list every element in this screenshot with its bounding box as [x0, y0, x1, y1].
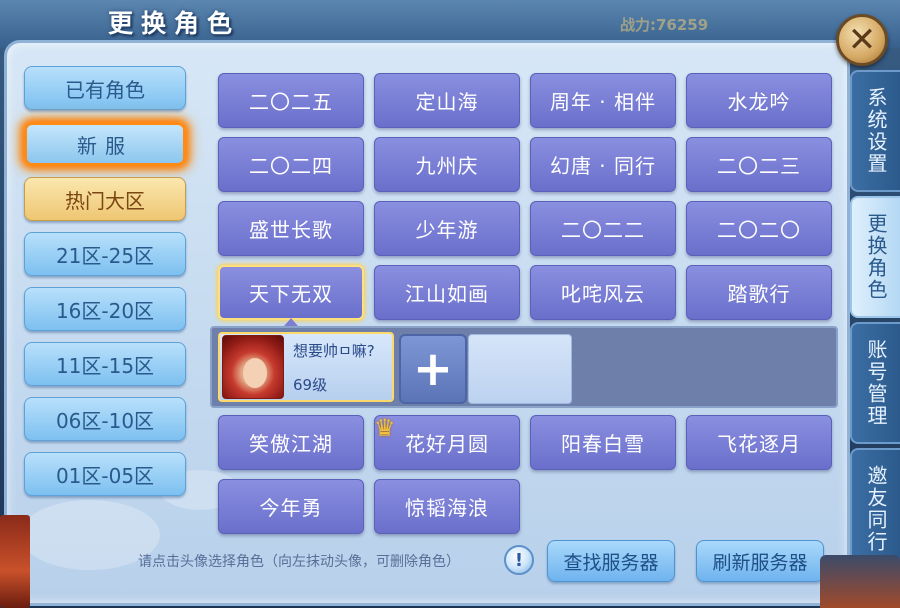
server-button[interactable]: 今年勇 — [218, 479, 364, 534]
server-button[interactable]: 幻唐 · 同行 — [530, 137, 676, 192]
server-button[interactable]: 盛世长歌 — [218, 201, 364, 256]
server-button[interactable]: 二〇二三 — [686, 137, 832, 192]
role-name: 想要帅ㅁ嘛? — [293, 342, 375, 360]
server-button-selected[interactable]: 天下无双 — [218, 265, 364, 320]
menu-region-16-20[interactable]: 16区-20区 — [24, 287, 186, 331]
server-button[interactable]: 定山海 — [374, 73, 520, 128]
refresh-server-button[interactable]: 刷新服务器 — [696, 540, 824, 582]
tab-invite-friends[interactable]: 邀友同行 — [850, 448, 900, 570]
server-button[interactable]: 九州庆 — [374, 137, 520, 192]
close-button[interactable]: ✕ — [836, 14, 888, 66]
server-button[interactable]: 二〇二五 — [218, 73, 364, 128]
menu-region-21-25[interactable]: 21区-25区 — [24, 232, 186, 276]
panel-title: 更换角色 — [108, 9, 241, 38]
server-button[interactable]: 周年 · 相伴 — [530, 73, 676, 128]
background-power-stat: 战力:76259 — [620, 16, 709, 34]
tab-system-settings[interactable]: 系统设置 — [850, 70, 900, 192]
server-button[interactable]: 笑傲江湖 — [218, 415, 364, 470]
info-icon[interactable]: ! — [504, 545, 534, 575]
hint-text: 请点击头像选择角色（向左抹动头像，可删除角色） — [138, 554, 460, 570]
crown-icon: ♛ — [374, 414, 396, 442]
server-button[interactable]: 水龙吟 — [686, 73, 832, 128]
role-avatar[interactable] — [222, 335, 284, 399]
menu-region-01-05[interactable]: 01区-05区 — [24, 452, 186, 496]
tab-change-role[interactable]: 更换角色 — [850, 196, 900, 318]
flag-decoration — [0, 515, 30, 608]
server-button[interactable]: 阳春白雪 — [530, 415, 676, 470]
server-button[interactable]: 江山如画 — [374, 265, 520, 320]
menu-new-servers[interactable]: 新服 — [24, 122, 186, 166]
server-button[interactable]: 二〇二〇 — [686, 201, 832, 256]
menu-existing-roles[interactable]: 已有角色 — [24, 66, 186, 110]
server-button[interactable]: 叱咤风云 — [530, 265, 676, 320]
selected-server-pointer — [284, 318, 298, 326]
menu-region-11-15[interactable]: 11区-15区 — [24, 342, 186, 386]
empty-role-slot[interactable] — [468, 334, 572, 404]
server-button[interactable]: 二〇二二 — [530, 201, 676, 256]
role-level: 69级 — [293, 376, 328, 394]
server-button[interactable]: 惊韬海浪 — [374, 479, 520, 534]
menu-hot-regions[interactable]: 热门大区 — [24, 177, 186, 221]
server-button[interactable]: 少年游 — [374, 201, 520, 256]
server-button[interactable]: 二〇二四 — [218, 137, 364, 192]
server-button[interactable]: 踏歌行 — [686, 265, 832, 320]
server-button[interactable]: 飞花逐月 — [686, 415, 832, 470]
add-role-button[interactable]: + — [399, 334, 467, 404]
find-server-button[interactable]: 查找服务器 — [547, 540, 675, 582]
building-decoration — [820, 555, 900, 608]
menu-region-06-10[interactable]: 06区-10区 — [24, 397, 186, 441]
tab-account-management[interactable]: 账号管理 — [850, 322, 900, 444]
